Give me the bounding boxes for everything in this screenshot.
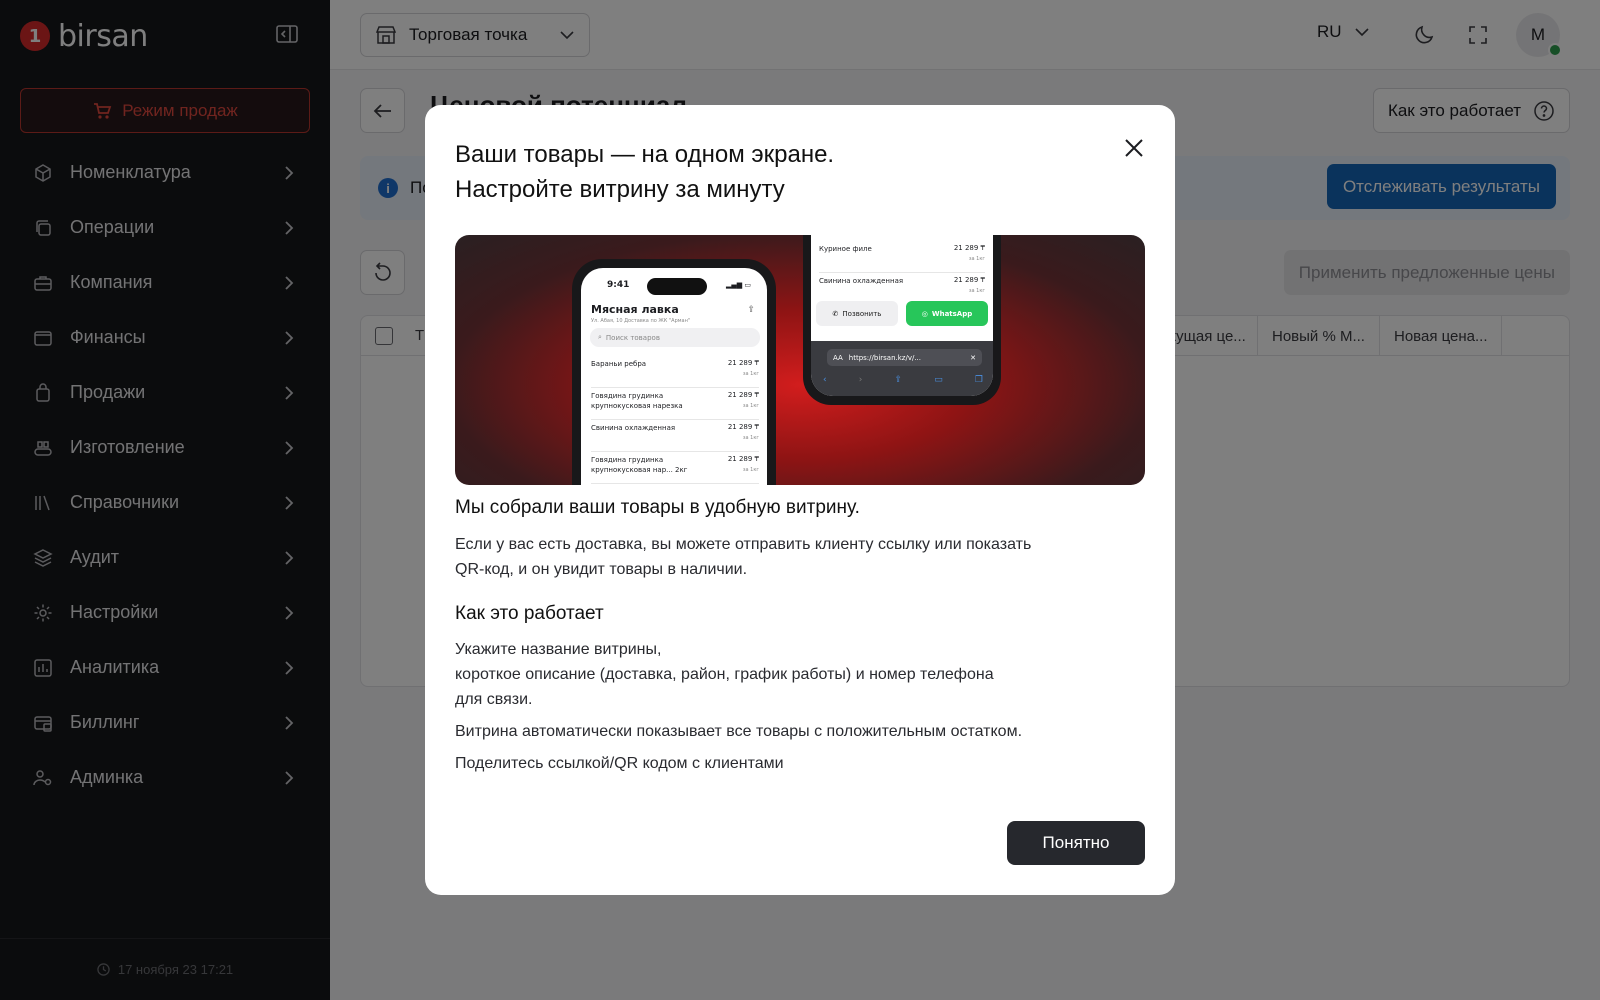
chevron-right-icon: › xyxy=(858,375,863,385)
modal-title-line2: Настройте витрину за минуту xyxy=(455,176,785,203)
step-text-line: короткое описание (доставка, район, граф… xyxy=(455,666,994,683)
list-item: Свинина охлажденная 21 289 ₸ за 1кг xyxy=(591,420,759,452)
product-name: Свинина охлажденная xyxy=(819,277,904,285)
bookmarks-icon: ▭ xyxy=(934,375,943,385)
section-text-line: QR-код, и он увидит товары в наличии. xyxy=(455,561,748,578)
step-text: Укажите название витрины, короткое описа… xyxy=(455,637,994,712)
product-price: 21 289 ₸ xyxy=(727,423,759,431)
phone-search-input: ⌕ Поиск товаров xyxy=(590,328,760,347)
phone-screen: Куриное филе 21 289 ₸ за 1кг Свинина охл… xyxy=(811,235,993,396)
share-icon: ⇪ xyxy=(894,375,903,385)
phone-time: 9:41 xyxy=(607,280,630,290)
chevron-left-icon: ‹ xyxy=(823,375,827,385)
section-heading: Мы собрали ваши товары в удобную витрину… xyxy=(455,497,860,518)
section-text: Если у вас есть доставка, вы можете отпр… xyxy=(455,532,1031,582)
step-text: Поделитесь ссылкой/QR кодом с клиентами xyxy=(455,755,784,772)
product-unit: за 1кг xyxy=(742,467,759,473)
product-price: 21 289 ₸ xyxy=(953,276,985,284)
product-name: Куриное филе xyxy=(819,245,872,253)
confirm-label: Понятно xyxy=(1042,833,1110,852)
whatsapp-button: ◎ WhatsApp xyxy=(906,301,988,326)
product-unit: за 1кг xyxy=(742,403,759,409)
product-price: 21 289 ₸ xyxy=(953,244,985,252)
product-list: Бараньи ребра 21 289 ₸ за 1кг Говядина г… xyxy=(591,356,759,484)
storefront-preview-image: 9:41 ▂▄▆ ▭ Мясная лавка Ул. Абая, 10 Дос… xyxy=(455,235,1145,485)
product-name: Свинина охлажденная xyxy=(591,424,676,432)
shop-name: Мясная лавка xyxy=(591,303,679,316)
phone-screen: 9:41 ▂▄▆ ▭ Мясная лавка Ул. Абая, 10 Дос… xyxy=(581,268,767,485)
storefront-modal: Ваши товары — на одном экране. Настройте… xyxy=(425,105,1175,895)
modal-title: Ваши товары — на одном экране. Настройте… xyxy=(455,137,834,207)
call-label: Позвонить xyxy=(842,309,882,318)
browser-nav: ‹ › ⇪ ▭ ❐ xyxy=(823,375,983,385)
step-text-line: Укажите название витрины, xyxy=(455,641,662,658)
confirm-button[interactable]: Понятно xyxy=(1007,821,1145,865)
list-item: Говядина грудинка крупнокусковая нарезка… xyxy=(591,388,759,420)
search-icon: ⌕ xyxy=(598,333,602,341)
contact-buttons: ✆ Позвонить ◎ WhatsApp xyxy=(816,301,988,326)
step-text: Витрина автоматически показывает все тов… xyxy=(455,723,1023,740)
product-name: Говядина грудинка крупнокусковая нар... … xyxy=(591,456,688,474)
list-item: Говядина грудинка крупнокусковая нар... … xyxy=(591,452,759,484)
whatsapp-icon: ◎ xyxy=(921,309,928,318)
close-icon[interactable] xyxy=(1121,135,1147,161)
share-icon: ⇪ xyxy=(747,305,755,315)
list-item: Куриное филе 21 289 ₸ за 1кг xyxy=(819,241,985,273)
modal-title-line1: Ваши товары — на одном экране. xyxy=(455,141,835,168)
url-field: AA https://birsan.kz/v/... ✕ xyxy=(827,349,982,366)
phone-mockup: Куриное филе 21 289 ₸ за 1кг Свинина охл… xyxy=(803,235,1001,405)
phone-icon: ✆ xyxy=(832,309,839,318)
product-unit: за 1кг xyxy=(968,256,985,262)
shop-address: Ул. Абая, 10 Доставка по ЖК "Арман" xyxy=(591,318,691,324)
product-unit: за 1кг xyxy=(742,371,759,377)
product-unit: за 1кг xyxy=(968,288,985,294)
product-unit: за 1кг xyxy=(742,435,759,441)
product-price: 21 289 ₸ xyxy=(727,455,759,463)
phone-mockup: 9:41 ▂▄▆ ▭ Мясная лавка Ул. Абая, 10 Дос… xyxy=(572,259,776,485)
section-heading: Как это работает xyxy=(455,603,604,624)
product-price: 21 289 ₸ xyxy=(727,391,759,399)
step-text-line: для связи. xyxy=(455,691,533,708)
section-text-line: Если у вас есть доставка, вы можете отпр… xyxy=(455,536,1032,553)
close-icon: ✕ xyxy=(970,353,976,362)
browser-bar: AA https://birsan.kz/v/... ✕ ‹ › ⇪ ▭ ❐ xyxy=(811,341,993,396)
product-price: 21 289 ₸ xyxy=(727,359,759,367)
search-placeholder: Поиск товаров xyxy=(605,333,660,342)
dynamic-island xyxy=(647,278,707,295)
tabs-icon: ❐ xyxy=(974,375,983,385)
call-button: ✆ Позвонить xyxy=(816,301,898,326)
product-name: Говядина грудинка крупнокусковая нарезка xyxy=(591,392,683,410)
text-size-label: AA xyxy=(833,353,843,362)
list-item: Бараньи ребра 21 289 ₸ за 1кг xyxy=(591,356,759,388)
url-text: https://birsan.kz/v/... xyxy=(848,353,921,362)
whatsapp-label: WhatsApp xyxy=(931,309,973,318)
signal-battery-icon: ▂▄▆ ▭ xyxy=(726,281,751,289)
product-list: Куриное филе 21 289 ₸ за 1кг Свинина охл… xyxy=(819,241,985,305)
product-name: Бараньи ребра xyxy=(591,360,647,368)
